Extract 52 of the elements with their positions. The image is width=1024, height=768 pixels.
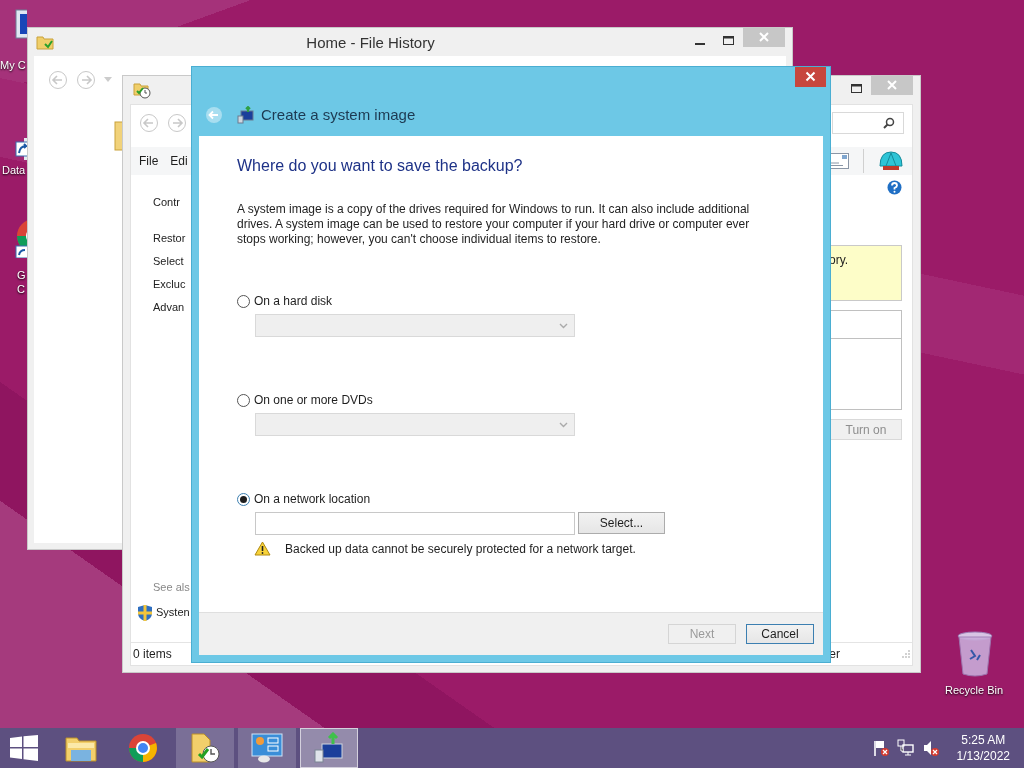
description-text: A system image is a copy of the drives required for Windows to run. It can also include additional drives. A system image can be used to restore your computer if your hard drive or computer ever stops working; however, you can't choose individual items to restore. [237,202,751,247]
file-history-icon [133,81,151,99]
icon-label: My C [0,58,26,72]
speaker-muted-icon[interactable] [921,739,940,757]
flag-icon[interactable] [871,739,890,757]
section-heading: See als [153,580,190,595]
status-text: 0 items [133,647,172,661]
help-icon[interactable] [887,180,902,195]
backup-icon [313,732,345,764]
control-panel-icon [251,733,283,763]
chrome-icon [128,733,158,763]
taskbar-button[interactable] [176,728,234,768]
taskbar-button[interactable] [300,728,358,768]
option-label[interactable]: On a network location [254,491,371,507]
chevron-icon [559,322,568,329]
recycle-bin-icon[interactable] [955,630,995,678]
radio-button[interactable] [237,492,250,506]
path-field[interactable] [255,512,575,535]
folder-icon [36,34,54,50]
icon-label: Recycle Bin [945,683,1004,697]
nav-link[interactable]: Select [153,250,184,273]
warning-icon [254,541,271,556]
chevron-icon [559,421,568,428]
dialog-button[interactable]: Cancel [746,624,814,644]
warning-text: Backed up data cannot be securely protected for a network target. [285,541,636,556]
nav-link[interactable]: Restor [153,227,186,250]
folder-icon [65,734,97,762]
network-icon[interactable] [896,739,915,757]
clock-time[interactable]: 5:25 AM [961,732,1006,748]
nav-link[interactable]: Advan [153,296,185,319]
search-field[interactable] [832,112,904,134]
nav-link[interactable]: Systen [156,601,190,624]
file-history-icon [190,732,220,764]
nav-link[interactable]: Contr [153,191,180,214]
menu-item[interactable]: File [139,154,159,168]
menu-item[interactable]: Edi [170,154,188,168]
window-title: Home - File History [305,33,436,51]
resize-grip-icon[interactable] [902,650,910,658]
close-button[interactable] [795,67,826,87]
icon-label: Data [2,163,26,177]
icon-label: G [17,268,26,282]
select-button[interactable]: Select... [578,512,665,534]
search-icon [883,117,895,129]
dialog-heading: Where do you want to save the backup? [237,156,524,176]
taskbar-button[interactable] [238,728,296,768]
windows-logo-icon [10,735,38,761]
icon-label: C [17,282,25,296]
dialog-title: Create a system image [261,106,416,123]
shield-icon [137,603,153,622]
backup-icon [237,105,255,124]
clock-date[interactable]: 1/13/2022 [956,748,1010,764]
nav-link[interactable]: Excluc [153,273,186,296]
